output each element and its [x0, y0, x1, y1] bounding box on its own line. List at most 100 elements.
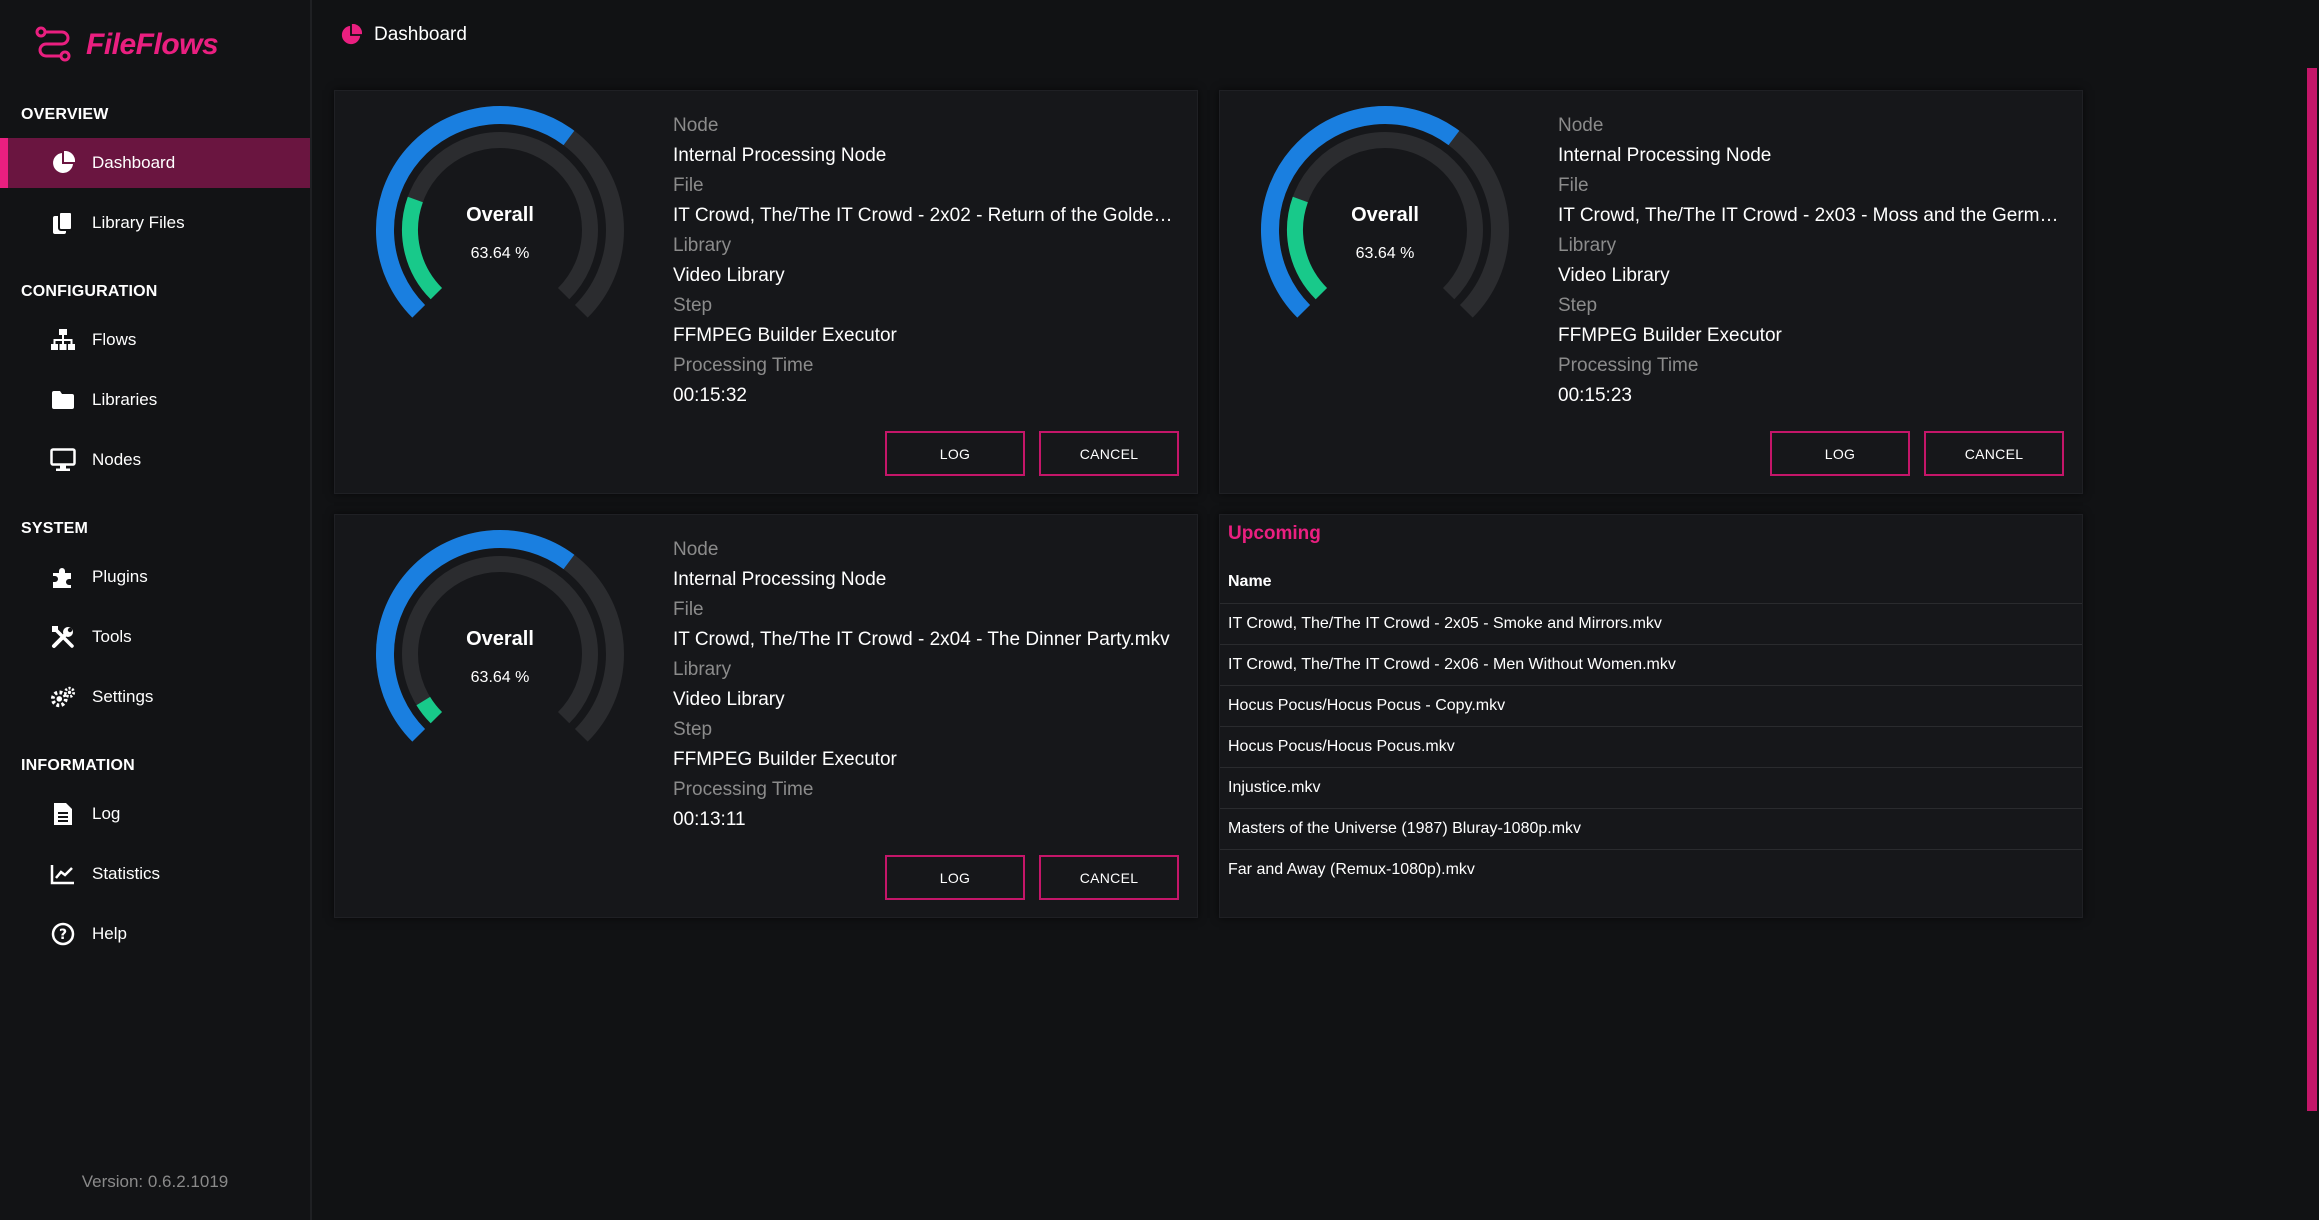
table-row[interactable]: Hocus Pocus/Hocus Pocus.mkv [1220, 726, 2082, 767]
node-label: Node [673, 539, 719, 560]
table-row[interactable]: Injustice.mkv [1220, 767, 2082, 808]
worker-card: Overall 63.64 % Node Internal Processing… [334, 90, 1198, 494]
step-value: FFMPEG Builder Executor [1558, 325, 1782, 346]
progress-gauge: Overall 63.64 % [376, 530, 624, 742]
app-logo[interactable]: FileFlows [34, 24, 219, 66]
sidebar-item-settings[interactable]: Settings [0, 672, 310, 722]
question-circle-icon: ? [50, 921, 76, 947]
pie-chart-icon [341, 24, 362, 45]
sidebar-item-help[interactable]: ? Help [0, 909, 310, 959]
gauge-title: Overall [466, 628, 534, 650]
gauge-percent: 63.64 % [471, 669, 530, 686]
sidebar-item-libraries[interactable]: Libraries [0, 375, 310, 425]
file-label: File [673, 599, 704, 620]
app-root: FileFlows OVERVIEW Dashboard Library Fil… [0, 0, 2319, 1220]
file-value: IT Crowd, The/The IT Crowd - 2x03 - Moss… [1558, 205, 2063, 226]
sidebar-item-label: Help [92, 924, 127, 943]
gauge-percent: 63.64 % [471, 245, 530, 262]
folder-icon [50, 387, 76, 413]
log-button[interactable]: LOG [885, 431, 1025, 476]
sidebar-item-dashboard[interactable]: Dashboard [0, 138, 310, 188]
svg-text:?: ? [59, 927, 67, 943]
table-row[interactable]: Masters of the Universe (1987) Bluray-10… [1220, 808, 2082, 849]
sidebar: FileFlows OVERVIEW Dashboard Library Fil… [0, 0, 312, 1220]
page-scrollbar[interactable] [2307, 68, 2317, 1111]
sidebar-item-plugins[interactable]: Plugins [0, 552, 310, 602]
sidebar-item-tools[interactable]: Tools [0, 612, 310, 662]
column-header-name[interactable]: Name [1228, 573, 1272, 591]
sidebar-item-statistics[interactable]: Statistics [0, 849, 310, 899]
table-row[interactable]: Far and Away (Remux-1080p).mkv [1220, 849, 2082, 890]
sidebar-item-label: Nodes [92, 450, 142, 469]
step-label: Step [1558, 295, 1598, 316]
table-row[interactable]: IT Crowd, The/The IT Crowd - 2x05 - Smok… [1220, 603, 2082, 644]
section-overview: OVERVIEW [21, 106, 109, 123]
gauge-title: Overall [466, 204, 534, 226]
table-row[interactable]: Hocus Pocus/Hocus Pocus - Copy.mkv [1220, 685, 2082, 726]
node-value: Internal Processing Node [673, 145, 887, 166]
sitemap-icon [50, 327, 76, 353]
file-value: IT Crowd, The/The IT Crowd - 2x04 - The … [673, 629, 1170, 650]
upcoming-table: IT Crowd, The/The IT Crowd - 2x05 - Smok… [1220, 603, 2082, 890]
sidebar-item-label: Tools [92, 627, 132, 646]
tools-icon [50, 624, 76, 650]
desktop-icon [50, 447, 76, 473]
page-title: Dashboard [374, 24, 467, 45]
processing-time-label: Processing Time [673, 779, 814, 800]
sidebar-item-nodes[interactable]: Nodes [0, 435, 310, 485]
worker-info: Node Internal Processing Node File IT Cr… [673, 535, 1178, 835]
gears-icon [50, 684, 76, 710]
node-value: Internal Processing Node [673, 569, 887, 590]
upcoming-panel: Upcoming Name IT Crowd, The/The IT Crowd… [1219, 514, 2083, 918]
sidebar-item-label: Log [92, 804, 121, 823]
log-button[interactable]: LOG [885, 855, 1025, 900]
gauge-title: Overall [1351, 204, 1419, 226]
puzzle-piece-icon [50, 564, 76, 590]
worker-info: Node Internal Processing Node File IT Cr… [673, 111, 1178, 411]
cancel-button[interactable]: CANCEL [1039, 855, 1179, 900]
step-label: Step [673, 295, 713, 316]
sidebar-item-log[interactable]: Log [0, 789, 310, 839]
table-row[interactable]: IT Crowd, The/The IT Crowd - 2x06 - Men … [1220, 644, 2082, 685]
library-value: Video Library [673, 689, 785, 710]
file-value: IT Crowd, The/The IT Crowd - 2x02 - Retu… [673, 205, 1178, 226]
file-label: File [1558, 175, 1589, 196]
sidebar-item-label: Dashboard [92, 153, 176, 172]
app-name: FileFlows [86, 28, 219, 61]
upcoming-title: Upcoming [1228, 523, 1321, 544]
sidebar-item-label: Statistics [92, 864, 161, 883]
fileflows-logo-icon [35, 26, 71, 62]
progress-gauge: Overall 63.64 % [376, 106, 624, 318]
processing-time-value: 00:15:23 [1558, 385, 1632, 406]
sidebar-item-label: Library Files [92, 213, 185, 232]
sidebar-item-library-files[interactable]: Library Files [0, 198, 310, 248]
copy-files-icon [50, 210, 76, 236]
sidebar-item-label: Flows [92, 330, 137, 349]
cancel-button[interactable]: CANCEL [1924, 431, 2064, 476]
log-button[interactable]: LOG [1770, 431, 1910, 476]
gauge-step-arc [1287, 196, 1328, 300]
section-configuration: CONFIGURATION [21, 283, 158, 300]
processing-time-label: Processing Time [1558, 355, 1699, 376]
file-label: File [673, 175, 704, 196]
sidebar-item-label: Settings [92, 687, 154, 706]
processing-time-value: 00:13:11 [673, 809, 746, 830]
cancel-button[interactable]: CANCEL [1039, 431, 1179, 476]
gauge-step-arc [402, 196, 443, 300]
sidebar-item-label: Libraries [92, 390, 158, 409]
node-label: Node [1558, 115, 1604, 136]
library-label: Library [673, 659, 732, 680]
node-value: Internal Processing Node [1558, 145, 1772, 166]
sidebar-item-flows[interactable]: Flows [0, 315, 310, 365]
library-label: Library [1558, 235, 1617, 256]
node-label: Node [673, 115, 719, 136]
gauge-step-arc [416, 696, 443, 724]
progress-gauge: Overall 63.64 % [1261, 106, 1509, 318]
file-text-icon [50, 801, 76, 827]
app-version: Version: 0.6.2.1019 [81, 1172, 229, 1191]
sidebar-item-label: Plugins [92, 567, 148, 586]
pie-chart-icon [50, 150, 76, 176]
gauge-percent: 63.64 % [1356, 245, 1415, 262]
section-information: INFORMATION [21, 757, 135, 774]
processing-time-label: Processing Time [673, 355, 814, 376]
